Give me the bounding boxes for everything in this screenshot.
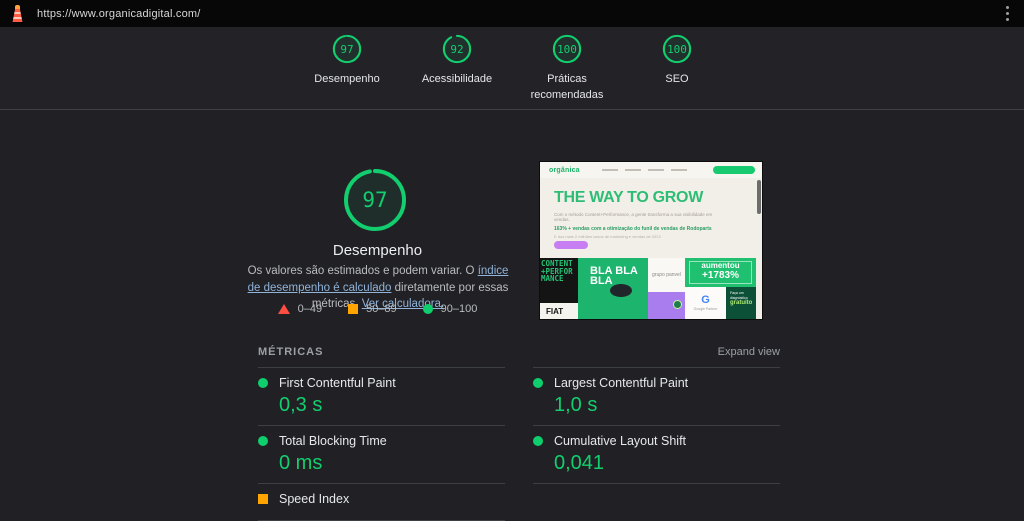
- legend-average: 50–89: [348, 303, 397, 315]
- summary-item-best-practices: 100 Práticas recomendadas: [523, 34, 611, 109]
- gauge-accessibility-label[interactable]: Acessibilidade: [422, 72, 492, 88]
- metric-value: 0,3 s: [279, 394, 323, 416]
- legend-fail-range: 0–49: [297, 303, 323, 315]
- legend-pass-range: 90–100: [440, 303, 478, 315]
- performance-main-score: 97: [362, 188, 388, 212]
- metric-name: Speed Index: [279, 492, 350, 506]
- thumb-stat-line-2: E dos mais 2 milhões casos de marketing …: [554, 234, 661, 239]
- average-square-icon: [258, 494, 268, 504]
- metric-row-lcp[interactable]: Largest Contentful Paint 1,0 s: [533, 368, 780, 426]
- thumb-site-nav: [601, 169, 687, 171]
- metrics-section: MÉTRICAS First Contentful Paint 0,3 s To…: [258, 346, 780, 521]
- thumb-tile-gratuito: Faça um diagnóstico gratuito: [726, 287, 756, 319]
- metrics-right-column: Expand view Largest Contentful Paint 1,0…: [533, 346, 780, 521]
- lighthouse-icon: [10, 5, 25, 22]
- gauge-performance-label[interactable]: Desempenho: [314, 72, 379, 88]
- legend-pass: 90–100: [422, 303, 478, 315]
- thumb-tile-content-performance: CONTENT+PERFORMANCE: [540, 258, 578, 303]
- thumb-percent-text: +1783%: [702, 269, 739, 281]
- summary-item-accessibility: 92 Acessibilidade: [413, 34, 501, 109]
- thumb-scrollbar[interactable]: [757, 180, 761, 214]
- metric-name: Largest Contentful Paint: [554, 376, 689, 390]
- metric-row-speed-index[interactable]: Speed Index: [258, 484, 505, 521]
- metric-name: Total Blocking Time: [279, 434, 387, 448]
- pass-circle-icon: [422, 304, 433, 314]
- gauge-seo-label[interactable]: SEO: [665, 72, 688, 88]
- performance-main-gauge[interactable]: 97: [343, 168, 407, 232]
- performance-title: Desempenho: [332, 242, 423, 259]
- metric-row-cls[interactable]: Cumulative Layout Shift 0,041: [533, 426, 780, 484]
- pass-circle-icon: [533, 378, 543, 388]
- pass-circle-icon: [258, 378, 268, 388]
- topbar-menu-icon[interactable]: [1006, 6, 1010, 21]
- metrics-header-right: Expand view: [533, 346, 780, 368]
- gauge-seo-score: 100: [667, 42, 687, 56]
- performance-desc-text-1: Os valores são estimados e podem variar.…: [247, 265, 478, 277]
- average-square-icon: [348, 304, 359, 314]
- metric-value: 0,041: [554, 452, 605, 474]
- gratuito-text: gratuito: [730, 300, 753, 307]
- score-legend: 0–49 50–89 90–100: [250, 303, 505, 315]
- thumb-mouth-image: [610, 284, 632, 297]
- metric-name: First Contentful Paint: [279, 376, 396, 390]
- metric-name: Cumulative Layout Shift: [554, 434, 687, 448]
- google-g-icon: G: [701, 294, 710, 306]
- legend-average-range: 50–89: [366, 303, 397, 315]
- metrics-header-left: MÉTRICAS: [258, 346, 505, 368]
- page-screenshot-thumbnail[interactable]: orgânica THE WAY TO GROW Com o método Co…: [540, 162, 762, 319]
- thumb-purple-button: [554, 241, 588, 249]
- gauge-performance-score: 97: [340, 42, 354, 56]
- pass-circle-icon: [533, 436, 543, 446]
- thumb-tile-google-partner: G Google Partner: [685, 287, 726, 319]
- thumb-site-cta-button: [713, 166, 755, 174]
- gauge-best-practices-score: 100: [557, 42, 577, 56]
- metrics-heading: MÉTRICAS: [258, 346, 324, 358]
- metric-row-fcp[interactable]: First Contentful Paint 0,3 s: [258, 368, 505, 426]
- summary-item-performance: 97 Desempenho: [303, 34, 391, 109]
- thumb-seal-badge: [673, 300, 682, 309]
- expand-view-button[interactable]: Expand view: [718, 346, 780, 358]
- thumb-hero-heading: THE WAY TO GROW: [554, 189, 704, 206]
- gauge-best-practices-label[interactable]: Práticas recomendadas: [523, 72, 611, 104]
- fail-triangle-icon: [277, 304, 290, 314]
- thumb-site-header: orgânica: [540, 162, 762, 178]
- thumb-tile-fiat-logo: FIAT: [540, 303, 578, 319]
- report-topbar: https://www.organicadigital.com/: [0, 0, 1024, 27]
- summary-item-seo: 100 SEO: [633, 34, 721, 109]
- thumb-site-logo: orgânica: [549, 166, 580, 174]
- google-partner-label: Google Partner: [693, 307, 718, 311]
- gauge-best-practices[interactable]: 100: [552, 34, 582, 64]
- thumb-tile-grid: CONTENT+PERFORMANCE FIAT BLA BLA BLA gru…: [540, 258, 756, 319]
- metric-value: 0 ms: [279, 452, 323, 474]
- metric-row-tbt[interactable]: Total Blocking Time 0 ms: [258, 426, 505, 484]
- metric-value: 1,0 s: [554, 394, 598, 416]
- gauge-seo[interactable]: 100: [662, 34, 692, 64]
- legend-fail: 0–49: [277, 303, 323, 315]
- gratuito-small-text: Faça um diagnóstico: [730, 291, 748, 300]
- report-url[interactable]: https://www.organicadigital.com/: [37, 8, 201, 20]
- thumb-tile-grupo-panvel: grupo panvel: [648, 258, 685, 292]
- gauge-accessibility-score: 92: [450, 42, 464, 56]
- score-summary-band: 97 Desempenho 92 Acessibilidade 100 Prát…: [0, 27, 1024, 110]
- thumb-hero-subtext: Com o método Content+Performance, a gent…: [554, 212, 713, 222]
- thumb-stat-line: 163% + vendas com a otimização do funil …: [554, 226, 712, 232]
- gauge-accessibility[interactable]: 92: [442, 34, 472, 64]
- gauge-performance[interactable]: 97: [332, 34, 362, 64]
- pass-circle-icon: [258, 436, 268, 446]
- metrics-left-column: MÉTRICAS First Contentful Paint 0,3 s To…: [258, 346, 505, 521]
- thumb-tile-aumentou: aumentou +1783%: [685, 258, 756, 287]
